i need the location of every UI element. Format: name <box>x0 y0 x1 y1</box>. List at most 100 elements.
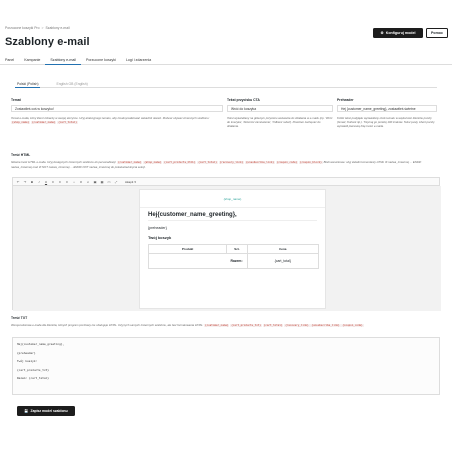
preheader-label: Preheader <box>337 98 354 102</box>
column-header: Produkt <box>147 243 228 254</box>
configure-model-label: Konfiguruj model <box>385 31 416 35</box>
image-icon[interactable]: ▣ <box>93 180 97 184</box>
undo-icon[interactable]: ↶ <box>16 180 20 184</box>
variable-code: {cart_products_txt} <box>230 324 262 327</box>
subject-help-body: Temat e-maila, który klient zobaczy w sw… <box>11 116 210 120</box>
preheader-help-text: Krótki tekst podglądu wyświetlany obok t… <box>337 116 435 128</box>
table-row: Razem: {cart_total} <box>148 252 320 269</box>
bold-icon[interactable]: B <box>30 180 34 184</box>
tab-lang-polish[interactable]: Polski (Polish) <box>15 80 41 88</box>
page-title: Szablony e-mail <box>5 36 90 48</box>
column-header: Szt. <box>226 243 248 254</box>
html-editor: ↶ ↷ B I U ≡ ≡ ≡ • # ∞ ▣ ▦ <> ⤢ Akapit ▾ … <box>12 177 441 311</box>
tab-lang-english[interactable]: English GB (English) <box>54 80 89 88</box>
tab-porzucone-koszyki[interactable]: Porzucone koszyki <box>81 55 121 65</box>
subject-help-text: Temat e-maila, który klient zobaczy w sw… <box>11 116 223 125</box>
email-header: {shop_name} <box>140 190 325 208</box>
tab-szablony-email[interactable]: Szablony e-mail <box>45 55 81 65</box>
editor-toolbar: ↶ ↷ B I U ≡ ≡ ≡ • # ∞ ▣ ▦ <> ⤢ Akapit ▾ <box>13 178 439 186</box>
editor-canvas[interactable]: {shop_name} Hej{customer_name_greeting},… <box>13 186 441 311</box>
main-tabs: Panel Kampanie Szablony e-mail Porzucone… <box>0 55 452 65</box>
txt-content-textarea[interactable]: Hej{customer_name_greeting}, {preheader}… <box>12 337 440 395</box>
cta-label: Tekst przycisku CTA <box>227 98 260 102</box>
table-icon[interactable]: ▦ <box>100 180 104 184</box>
variable-code: {shop_name} <box>143 161 163 164</box>
align-center-icon[interactable]: ≡ <box>58 180 62 184</box>
total-value: {cart_total} <box>246 252 320 269</box>
variable-code: {cart_total} <box>262 324 284 327</box>
subject-label: Temat <box>11 98 21 102</box>
cta-input[interactable]: Wróć do koszyka <box>227 105 333 112</box>
code-icon[interactable]: <> <box>107 180 111 184</box>
email-preview: {shop_name} Hej{customer_name_greeting},… <box>139 189 326 309</box>
variable-code: {customer_name} <box>204 324 230 327</box>
txt-line: Hej{customer_name_greeting}, <box>17 342 65 346</box>
cta-help-text: Tekst wyświetlany na głównym przycisku w… <box>227 116 333 128</box>
variable-code: {coupon_code} <box>275 161 299 164</box>
divider <box>148 220 317 221</box>
align-right-icon[interactable]: ≡ <box>65 180 69 184</box>
link-icon[interactable]: ∞ <box>86 180 90 184</box>
numbered-list-icon[interactable]: # <box>79 180 83 184</box>
variable-code: {coupon_block} <box>298 161 323 164</box>
underline-icon[interactable]: U <box>44 180 48 184</box>
tab-kampanie[interactable]: Kampanie <box>19 55 45 65</box>
variable-code: {coupon_code} <box>341 324 364 327</box>
email-greeting: Hej{customer_name_greeting}, <box>148 212 237 218</box>
column-header: Cena <box>246 243 320 254</box>
preheader-field-group: Preheader Hej {customer_name_greeting}, … <box>337 98 441 128</box>
variable-code: {unsubscribe_link} <box>310 324 341 327</box>
save-template-button[interactable]: 💾 Zapisz model szablonu <box>17 406 75 416</box>
cart-title: Twój koszyk <box>148 234 172 240</box>
txt-line: {preheader} <box>17 350 36 355</box>
variable-code: {shop_name} <box>11 121 31 124</box>
variable-code: {recovery_link} <box>284 324 310 327</box>
table-header-row: Produkt Szt. Cena <box>147 243 320 254</box>
language-tabs: Polski (Polish) English GB (English) <box>15 80 437 88</box>
subject-input[interactable]: Zostawiłeś coś w koszyku! <box>11 105 223 112</box>
variable-code: {recovery_link} <box>218 161 245 164</box>
txt-line: {cart_products_txt} <box>17 367 49 372</box>
preheader-input[interactable]: Hej {customer_name_greeting}, zostawiłeś… <box>337 105 437 112</box>
shop-name-placeholder: {shop_name} <box>223 196 242 201</box>
format-select[interactable]: Akapit ▾ <box>125 180 136 184</box>
settings-icon: ⚙ <box>380 31 384 35</box>
tab-logi-i-zdarzenia[interactable]: Logi i zdarzenia <box>121 55 156 65</box>
breadcrumb-separator-icon: > <box>41 26 44 30</box>
breadcrumb: Porzucone koszyki Pro > Szablony e-mail <box>5 26 70 30</box>
template-fields: Temat Zostawiłeś coś w koszyku! Temat e-… <box>11 98 441 128</box>
align-left-icon[interactable]: ≡ <box>51 180 55 184</box>
configure-model-button[interactable]: ⚙ Konfiguruj model <box>373 28 423 38</box>
html-content-help-text: Główna treść HTML e-maila. Użyj dostępny… <box>11 160 441 169</box>
cart-table: Produkt Szt. Cena Razem: {cart_total} <box>147 243 320 269</box>
txt-line: Razem: {cart_total} <box>17 376 49 380</box>
redo-icon[interactable]: ↷ <box>23 180 27 184</box>
tab-panel[interactable]: Panel <box>0 55 19 65</box>
help-button[interactable]: Pomoc <box>426 28 448 38</box>
variable-code: {unsubscribe_link} <box>244 161 276 164</box>
txt-line: Twój koszyk: <box>17 359 38 363</box>
bullet-list-icon[interactable]: • <box>72 180 76 184</box>
italic-icon[interactable]: I <box>37 180 41 184</box>
breadcrumb-current: Szablony e-mail <box>45 26 70 30</box>
fullscreen-icon[interactable]: ⤢ <box>114 180 118 184</box>
subject-field-group: Temat Zostawiłeś coś w koszyku! Temat e-… <box>11 98 227 128</box>
variable-code: {customer_name} <box>30 121 57 124</box>
format-select-value: Akapit <box>125 179 134 184</box>
txt-content-label: Treść TXT <box>11 316 28 320</box>
chevron-down-icon: ▾ <box>134 179 136 184</box>
cta-field-group: Tekst przycisku CTA Wróć do koszyka Teks… <box>227 98 337 128</box>
variable-code: {customer_name} <box>116 161 143 164</box>
breadcrumb-root-link[interactable]: Porzucone koszyki Pro <box>5 26 40 30</box>
save-icon: 💾 <box>24 409 29 413</box>
html-help-body: Główna treść HTML e-maila. Użyj dostępny… <box>11 160 117 164</box>
txt-help-body: Wersja tekstowa e-maila dla klientów, kt… <box>11 323 204 327</box>
variable-code: {cart_total} <box>57 121 78 124</box>
variable-code: {cart_products_html} <box>163 161 197 164</box>
total-label: Razem: <box>148 252 248 269</box>
page: Porzucone koszyki Pro > Szablony e-mail … <box>0 0 452 452</box>
html-content-label: Treść HTML <box>11 153 31 157</box>
variable-code: {cart_total} <box>197 161 218 164</box>
txt-content-help-text: Wersja tekstowa e-maila dla klientów, kt… <box>11 323 441 328</box>
email-preheader: {preheader} <box>148 225 167 230</box>
